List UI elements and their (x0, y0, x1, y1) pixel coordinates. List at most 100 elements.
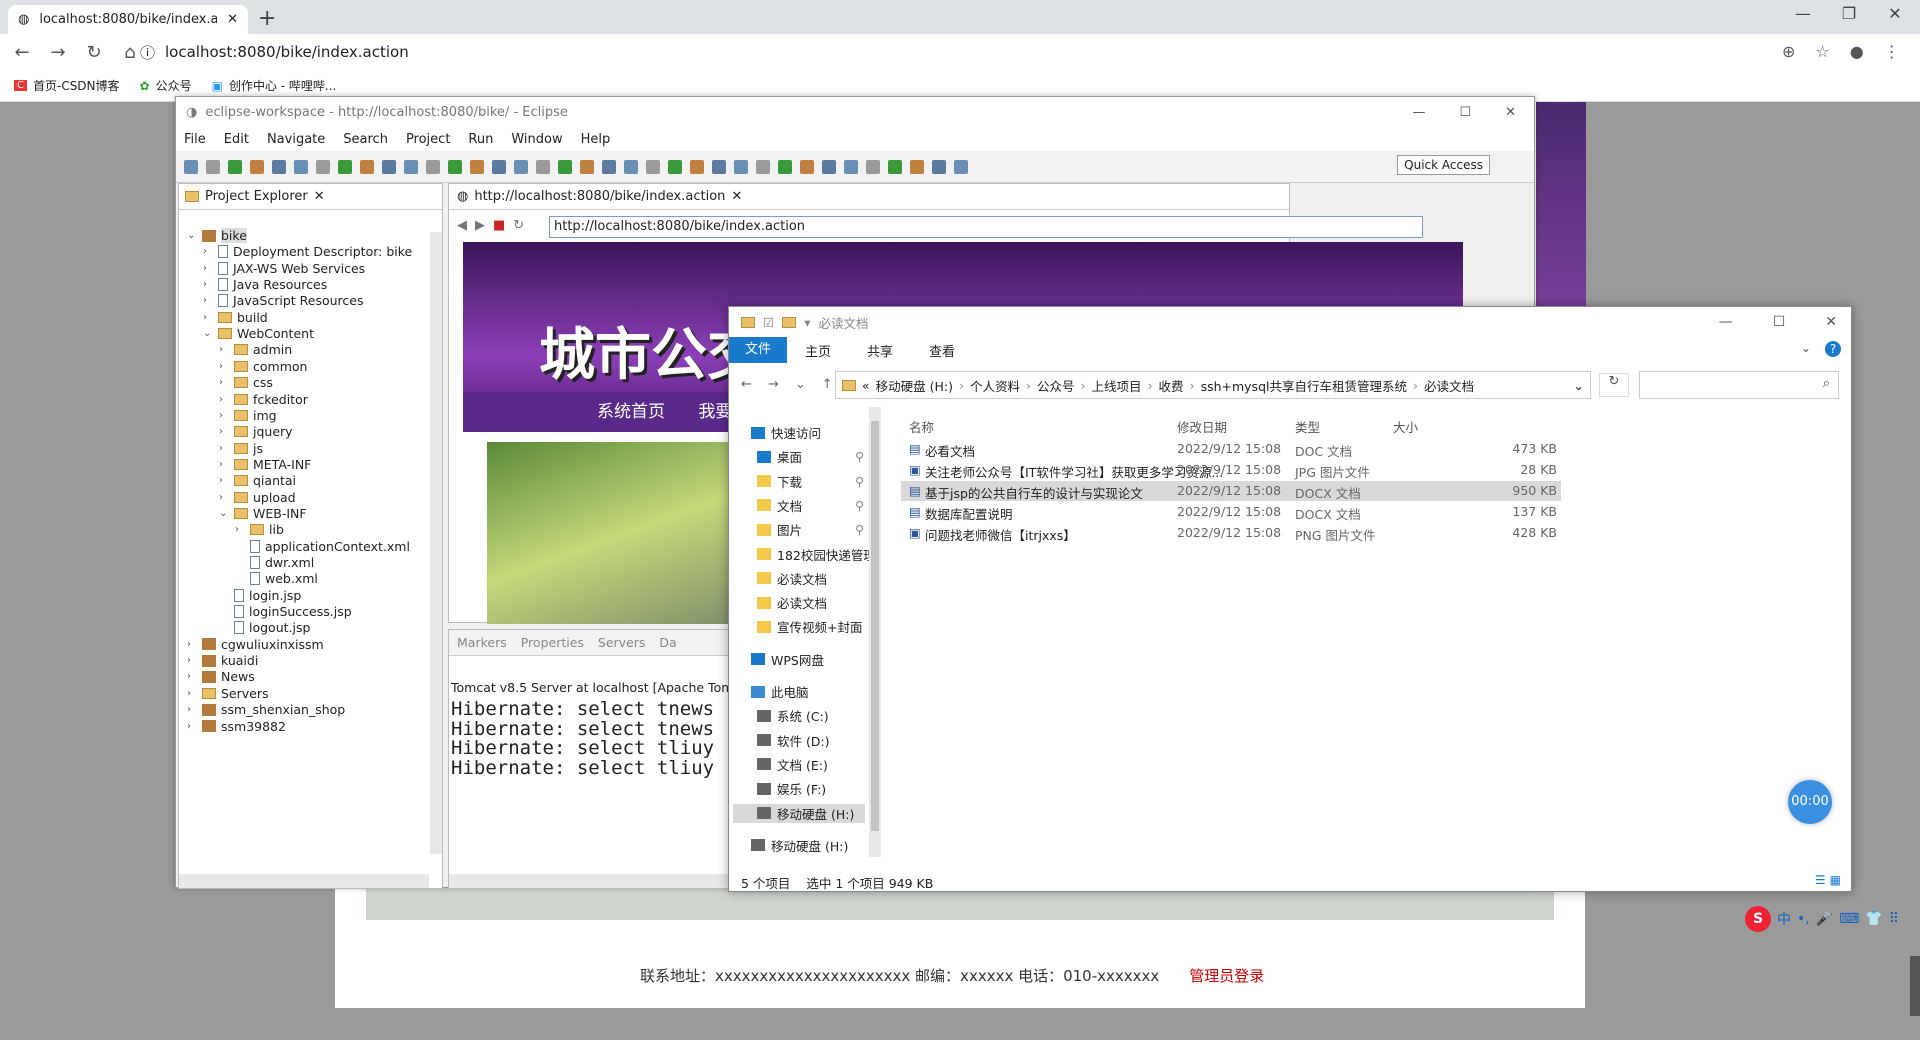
grid-icon[interactable]: ⠿ (1889, 911, 1899, 927)
tree-item[interactable]: › img (219, 408, 277, 423)
up-icon[interactable]: ↑ (822, 377, 833, 392)
tree-item[interactable]: › ssm_shenxian_shop (187, 702, 345, 717)
tree-item[interactable]: login.jsp (219, 588, 301, 603)
nav-item[interactable]: 文档 (E:) (757, 755, 828, 774)
toolbar-button-icon[interactable] (690, 160, 704, 174)
tree-item[interactable]: applicationContext.xml (235, 539, 410, 554)
toolbar-button-icon[interactable] (580, 160, 594, 174)
nav-item[interactable]: 移动硬盘 (H:) (733, 803, 865, 823)
tree-item[interactable]: ⌄ WEB-INF (219, 506, 307, 521)
help-icon[interactable]: ? (1825, 341, 1841, 357)
chevron-down-icon[interactable]: ⌄ (1801, 341, 1811, 357)
tree-item[interactable]: › js (219, 441, 263, 456)
internal-url-input[interactable]: http://localhost:8080/bike/index.action (549, 216, 1423, 238)
bookmark-csdn[interactable]: C 首页-CSDN博客 (14, 77, 120, 94)
chevron-icon[interactable]: › (203, 263, 213, 274)
side-handle[interactable] (1910, 956, 1920, 1016)
tree-item[interactable]: › Java Resources (203, 277, 327, 292)
toolbar-button-icon[interactable] (206, 160, 220, 174)
close-window-button[interactable]: ✕ (1872, 4, 1918, 23)
toolbar-button-icon[interactable] (800, 160, 814, 174)
file-row[interactable]: ▤ 基于jsp的公共自行车的设计与实现论文 2022/9/12 15:08 DOCX … (901, 481, 1561, 501)
toolbar-button-icon[interactable] (514, 160, 528, 174)
toolbar-button-icon[interactable] (294, 160, 308, 174)
toolbar-button-icon[interactable] (844, 160, 858, 174)
back-icon[interactable]: ← (741, 377, 752, 392)
details-view-icon[interactable]: ☰ (1815, 873, 1826, 887)
nav-item[interactable]: 图片 ⚲ (757, 520, 864, 539)
explorer-address-bar[interactable]: « 移动硬盘 (H:) › 个人资料 › 公众号 › 上线项目 › 收费 › ssh+mysql共享自… (835, 371, 1591, 399)
tree-scrollbar[interactable] (430, 232, 442, 854)
forward-icon[interactable]: → (40, 42, 76, 63)
chevron-icon[interactable]: › (235, 524, 245, 535)
back-icon[interactable]: ◀ (457, 218, 467, 233)
tree-item[interactable]: › JavaScript Resources (203, 293, 363, 308)
menu-search[interactable]: Search (343, 132, 388, 147)
breadcrumb-item[interactable]: 移动硬盘 (H:) (876, 376, 953, 395)
tree-item[interactable]: › build (203, 310, 268, 325)
chevron-icon[interactable]: › (219, 492, 229, 503)
info-icon[interactable]: ⓘ (140, 42, 155, 63)
eclipse-close-button[interactable]: ✕ (1505, 105, 1516, 120)
nav-item[interactable]: 182校园快递管理 (757, 545, 876, 564)
file-row[interactable]: ▣ 问题找老师微信【itrjxxs】 2022/9/12 15:08 PNG 图片文件… (901, 523, 1561, 543)
toolbar-button-icon[interactable] (404, 160, 418, 174)
tree-item[interactable]: › upload (219, 490, 296, 505)
console-tab[interactable]: Properties (521, 635, 584, 650)
menu-edit[interactable]: Edit (224, 132, 249, 147)
tree-item[interactable]: › Servers (187, 686, 269, 701)
properties-icon[interactable]: ☑ (763, 315, 774, 330)
tree-item[interactable]: › common (219, 359, 307, 374)
tree-item[interactable]: › Deployment Descriptor: bike (203, 244, 412, 259)
minimize-button[interactable]: — (1780, 4, 1826, 23)
forward-icon[interactable]: ▶ (475, 218, 485, 233)
recent-icon[interactable]: ⌄ (795, 377, 806, 392)
menu-icon[interactable]: ⋮ (1884, 42, 1900, 61)
keyboard-icon[interactable]: ⌨ (1839, 911, 1859, 927)
chevron-icon[interactable]: › (187, 655, 197, 666)
breadcrumb-item[interactable]: « (862, 378, 870, 393)
menu-window[interactable]: Window (511, 132, 562, 147)
toolbar-button-icon[interactable] (316, 160, 330, 174)
refresh-icon[interactable]: ↻ (513, 218, 524, 233)
tree-item[interactable]: loginSuccess.jsp (219, 604, 352, 619)
chevron-icon[interactable]: › (187, 639, 197, 650)
new-tab-button[interactable]: + (258, 6, 276, 31)
tree-item[interactable]: › kuaidi (187, 653, 258, 668)
tree-item[interactable]: logout.jsp (219, 620, 310, 635)
chevron-down-icon[interactable]: ▾ (804, 315, 810, 330)
toolbar-button-icon[interactable] (734, 160, 748, 174)
toolbar-button-icon[interactable] (250, 160, 264, 174)
toolbar-button-icon[interactable] (184, 160, 198, 174)
chevron-icon[interactable]: › (219, 361, 229, 372)
breadcrumb-item[interactable]: 收费 (1159, 376, 1184, 395)
nav-item[interactable]: 桌面 ⚲ (757, 447, 864, 466)
tree-item[interactable]: › qiantai (219, 473, 296, 488)
toolbar-button-icon[interactable] (756, 160, 770, 174)
chevron-icon[interactable]: › (219, 426, 229, 437)
tree-item[interactable]: › admin (219, 342, 292, 357)
breadcrumb-item[interactable]: 必读文档 (1424, 376, 1474, 395)
toolbar-button-icon[interactable] (602, 160, 616, 174)
toolbar-button-icon[interactable] (624, 160, 638, 174)
nav-item[interactable]: 宣传视频+封面 (757, 617, 862, 636)
refresh-icon[interactable]: ↻ (1599, 373, 1629, 397)
tree-item[interactable]: › cgwuliuxinxissm (187, 637, 324, 652)
nav-item[interactable]: 必读文档 (757, 569, 827, 588)
tree-item[interactable]: dwr.xml (235, 555, 314, 570)
profile-icon[interactable]: ● (1850, 42, 1864, 61)
chevron-icon[interactable]: › (219, 410, 229, 421)
chevron-icon[interactable]: › (187, 688, 197, 699)
nav-item[interactable]: 必读文档 (757, 593, 827, 612)
toolbar-button-icon[interactable] (932, 160, 946, 174)
chevron-icon[interactable]: › (187, 721, 197, 732)
column-header[interactable]: 类型 (1295, 417, 1320, 436)
forward-icon[interactable]: → (768, 377, 779, 392)
ribbon-tab[interactable]: 共享 (849, 341, 911, 360)
chevron-icon[interactable]: › (219, 344, 229, 355)
close-tab-icon[interactable]: ✕ (227, 12, 238, 27)
menu-project[interactable]: Project (406, 132, 450, 147)
chevron-icon[interactable]: › (219, 394, 229, 405)
chevron-icon[interactable]: › (203, 246, 213, 257)
toolbar-button-icon[interactable] (910, 160, 924, 174)
